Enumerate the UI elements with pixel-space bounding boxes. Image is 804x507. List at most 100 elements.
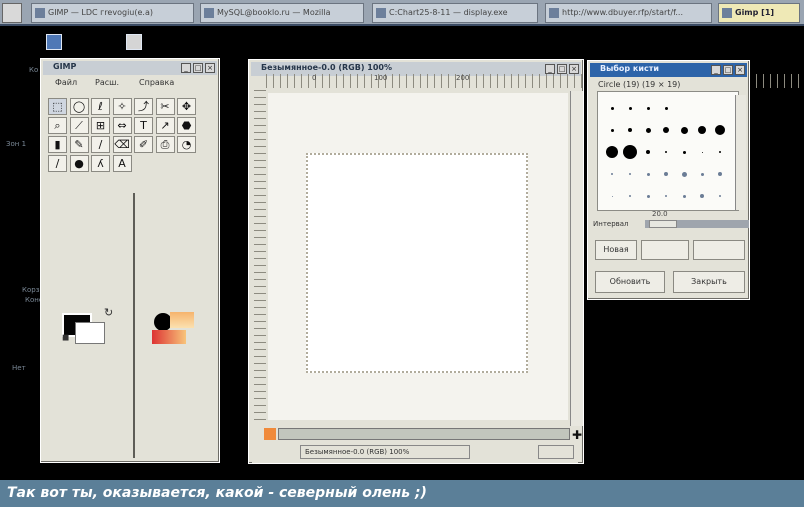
close-icon[interactable]: × [569, 64, 579, 74]
bucket-fill-tool[interactable]: ⬣ [177, 117, 196, 134]
brush-preset[interactable] [628, 128, 632, 132]
brush-preset[interactable] [611, 173, 613, 175]
desktop-icon[interactable] [126, 34, 142, 50]
brush-preset[interactable] [606, 146, 618, 158]
brush-preset[interactable] [680, 126, 688, 134]
minimize-icon[interactable]: _ [181, 63, 191, 73]
blend-tool[interactable]: ▮ [48, 136, 67, 153]
airbrush-tool[interactable]: ✐ [134, 136, 153, 153]
brush-preset[interactable] [665, 195, 667, 197]
brush-preset[interactable] [610, 106, 614, 110]
brush-scrollbar[interactable] [735, 95, 746, 210]
brush-preset[interactable] [665, 151, 667, 153]
taskbar-item-mozilla[interactable]: MySQL@booklo.ru — Mozilla [200, 3, 364, 23]
ellipse-select-tool[interactable]: ◯ [69, 98, 89, 115]
color-picker-tool[interactable]: ↗ [155, 117, 175, 134]
brush-preset[interactable] [645, 127, 651, 133]
swap-colors-icon[interactable]: ↻ [104, 306, 113, 319]
brush-preset[interactable] [682, 150, 686, 154]
brush-preset[interactable] [629, 195, 631, 197]
text-tool[interactable]: T [134, 117, 153, 134]
ink-tool[interactable]: ∕ [48, 155, 67, 172]
brush-preset[interactable] [698, 126, 706, 134]
brush-preset[interactable] [664, 172, 668, 176]
brush-preset[interactable] [646, 150, 650, 154]
pencil-tool[interactable]: ✎ [69, 136, 89, 153]
bezier-select-tool[interactable]: ⤴ [134, 98, 153, 115]
fuzzy-select-tool[interactable]: ✧ [112, 98, 132, 115]
clone-tool[interactable]: ⎙ [155, 136, 175, 153]
reset-colors-icon[interactable]: ◼ [62, 333, 69, 343]
flip-tool[interactable]: ⇔ [112, 117, 132, 134]
horizontal-scrollbar[interactable] [278, 428, 570, 440]
start-button[interactable] [2, 3, 22, 23]
brush-preset[interactable] [611, 195, 613, 197]
menu-file[interactable]: Файл [55, 78, 77, 87]
refresh-button[interactable]: Обновить [595, 271, 665, 293]
close-button[interactable]: Закрыть [673, 271, 745, 293]
menu-extensions[interactable]: Расш. [95, 78, 119, 87]
delete-brush-button[interactable] [693, 240, 745, 260]
navigate-icon[interactable]: ✚ [572, 428, 582, 442]
maximize-icon[interactable]: □ [193, 63, 203, 73]
convolve-tool[interactable]: ◔ [177, 136, 196, 153]
spacing-slider[interactable] [645, 220, 749, 228]
minimize-icon[interactable]: _ [711, 65, 721, 75]
cancel-button[interactable] [538, 445, 574, 459]
dodge-burn-tool[interactable]: ● [69, 155, 89, 172]
brush-preset[interactable] [646, 172, 650, 176]
brush-preset[interactable] [718, 172, 722, 176]
brush-preset[interactable] [700, 194, 704, 198]
pattern-preview[interactable] [170, 312, 194, 328]
brush-preset[interactable] [700, 172, 704, 176]
background-color-swatch[interactable] [75, 322, 105, 344]
vertical-scrollbar[interactable] [570, 91, 583, 426]
transform-tool[interactable]: ⊞ [91, 117, 110, 134]
close-icon[interactable]: × [735, 65, 745, 75]
new-brush-button[interactable]: Новая [595, 240, 637, 260]
paintbrush-tool[interactable]: ∕ [91, 136, 110, 153]
desktop-icon[interactable] [46, 34, 62, 50]
brush-preset[interactable] [719, 195, 721, 197]
magnify-tool[interactable]: ⌕ [48, 117, 67, 134]
brush-preset[interactable] [701, 151, 703, 153]
brush-preset[interactable] [681, 171, 687, 177]
smudge-tool[interactable]: ʎ [91, 155, 110, 172]
brush-preset[interactable] [610, 128, 614, 132]
brush-preset[interactable] [646, 194, 650, 198]
vertical-ruler[interactable] [254, 90, 266, 422]
brush-preset[interactable] [629, 173, 631, 175]
move-tool[interactable]: ✥ [177, 98, 196, 115]
maximize-icon[interactable]: □ [557, 64, 567, 74]
close-icon[interactable]: × [205, 63, 215, 73]
free-select-tool[interactable]: ℓ [91, 98, 110, 115]
edit-brush-button[interactable] [641, 240, 689, 260]
brush-preset[interactable] [623, 145, 637, 159]
status-text: Безымянное-0.0 (RGB) 100% [300, 445, 470, 459]
brush-titlebar[interactable]: Выбор кисти _ □ × [590, 63, 747, 77]
eraser-tool[interactable]: ⌫ [112, 136, 132, 153]
brush-preset[interactable] [719, 151, 721, 153]
taskbar-item-gimp-old[interactable]: GIMP — LDC гrevogiu(e.a) [31, 3, 194, 23]
scissors-tool[interactable]: ✂ [155, 98, 175, 115]
taskbar-item-display[interactable]: C:Chart25-8-11 — display.exe [372, 3, 538, 23]
brush-preset[interactable] [628, 106, 632, 110]
taskbar-item-gimp[interactable]: Gimp [1] [718, 3, 800, 23]
maximize-icon[interactable]: □ [723, 65, 733, 75]
rect-select-tool[interactable]: ⬚ [48, 98, 67, 115]
taskbar-item-browser[interactable]: http://www.dbuyer.rfp/start/f... [545, 3, 712, 23]
brush-grid[interactable] [597, 91, 739, 211]
canvas-image[interactable] [306, 153, 528, 373]
crop-tool[interactable]: ⟋ [69, 117, 89, 134]
brush-preset[interactable] [646, 106, 650, 110]
brush-preset[interactable] [682, 194, 686, 198]
measure-tool[interactable]: A [112, 155, 132, 172]
brush-preset[interactable] [664, 106, 668, 110]
brush-preset[interactable] [663, 127, 669, 133]
toolbox-titlebar[interactable]: GIMP _ □ × [43, 61, 217, 75]
quickmask-toggle[interactable] [264, 428, 276, 440]
menu-help[interactable]: Справка [139, 78, 174, 87]
gradient-preview[interactable] [152, 330, 186, 344]
minimize-icon[interactable]: _ [545, 64, 555, 74]
brush-preset[interactable] [715, 125, 725, 135]
